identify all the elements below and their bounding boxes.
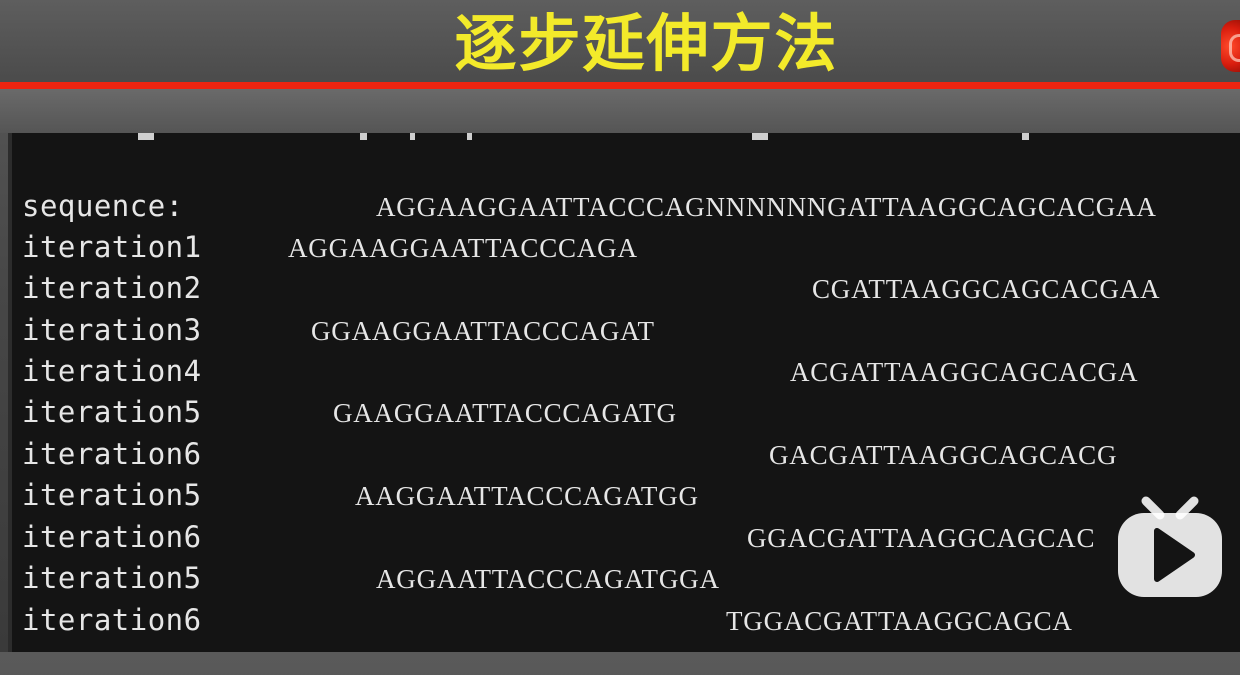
row-sequence: AAGGAATTACCCAGATGG [355,481,699,511]
tick-mark [360,133,367,140]
row-label: iteration5 [22,395,202,429]
row-sequence: GGAAGGAATTACCCAGAT [311,316,655,346]
row-label: iteration6 [22,603,202,637]
row-sequence: GGACGATTAAGGCAGCAC [747,523,1096,553]
iteration-row: iteration5 AGGAATTACCCAGATGGA [22,561,1240,595]
tick-mark [138,133,154,140]
row-label: iteration6 [22,520,202,554]
brand-logo-icon [1221,20,1240,72]
iteration-row: iteration2 CGATTAAGGCAGCACGAA [22,271,1240,305]
slide-title: 逐步延伸方法 [454,7,839,80]
row-sequence: GACGATTAAGGCAGCACG [769,440,1118,470]
iteration-row: iteration4 ACGATTAAGGCAGCACGA [22,354,1240,388]
iteration-row: iteration6 TGGACGATTAAGGCAGCA [22,603,1240,637]
row-label: sequence: [22,189,184,223]
slide-header: 逐步延伸方法 [0,0,1240,82]
iteration-row: iteration6 GGACGATTAAGGCAGCAC [22,520,1240,554]
row-sequence: CGATTAAGGCAGCACGAA [812,274,1161,304]
sequence-row: sequence: AGGAAGGAATTACCCAGNNNNNNGATTAAG… [22,189,1240,223]
header-band [0,89,1240,133]
iteration-row: iteration3 GGAAGGAATTACCCAGAT [22,313,1240,347]
row-label: iteration2 [22,271,202,305]
cut-off-line-marks [12,133,1240,145]
tick-mark [467,133,472,140]
tick-mark [410,133,415,140]
iteration-row: iteration5 AAGGAATTACCCAGATGG [22,478,1240,512]
row-sequence: AGGAAGGAATTACCCAGA [288,233,638,263]
row-label: iteration3 [22,313,202,347]
row-sequence: AGGAATTACCCAGATGGA [376,564,720,594]
row-label: iteration6 [22,437,202,471]
row-sequence: TGGACGATTAAGGCAGCA [726,606,1073,636]
iteration-row: iteration6 GACGATTAAGGCAGCACG [22,437,1240,471]
row-sequence: GAAGGAATTACCCAGATG [333,398,677,428]
tick-mark [752,133,768,140]
iteration-row: iteration5 GAAGGAATTACCCAGATG [22,395,1240,429]
row-label: iteration1 [22,230,202,264]
row-sequence: AGGAAGGAATTACCCAGNNNNNNGATTAAGGCAGCACGAA [376,192,1157,222]
row-sequence: ACGATTAAGGCAGCACGA [790,357,1139,387]
row-label: iteration5 [22,561,202,595]
terminal-output: sequence: AGGAAGGAATTACCCAGNNNNNNGATTAAG… [8,133,1240,652]
bilibili-tv-play-icon[interactable] [1116,495,1224,599]
tick-mark [1022,133,1029,140]
iteration-row: iteration1 AGGAAGGAATTACCCAGA [22,230,1240,264]
row-label: iteration5 [22,478,202,512]
play-icon-graphic [1118,496,1222,597]
header-divider [0,82,1240,89]
row-label: iteration4 [22,354,202,388]
